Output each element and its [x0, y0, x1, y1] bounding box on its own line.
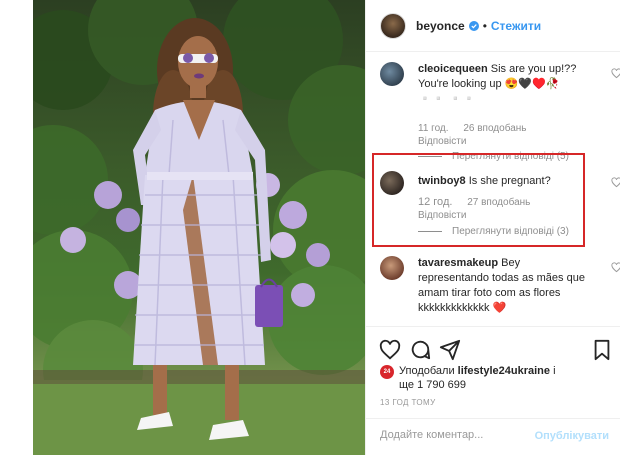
comment-likes[interactable]: 27 вподобань — [467, 197, 530, 208]
liker-avatar[interactable]: 24 — [380, 365, 394, 379]
comment-like-icon[interactable] — [611, 177, 620, 188]
liked-by-suffix: і — [553, 365, 556, 377]
commenter-avatar[interactable] — [380, 62, 404, 86]
commenter-username[interactable]: cleoicequeen — [418, 63, 488, 75]
liked-by-account[interactable]: lifestyle24ukraine — [458, 365, 550, 377]
header-separator: • — [482, 18, 487, 33]
comment-time[interactable]: 11 год. — [418, 123, 449, 134]
liked-by-text: Уподобали lifestyle24ukraine і — [399, 364, 610, 378]
comment-text: Is she pregnant? — [468, 175, 551, 187]
post-sidebar: beyonce • Стежити cleoicequeen Sis are y… — [365, 0, 620, 455]
reply-button[interactable]: Відповісти — [418, 209, 530, 222]
view-replies-label: Переглянути відповіді (3) — [452, 226, 569, 237]
action-bar — [366, 326, 620, 366]
bookmark-icon[interactable] — [591, 339, 613, 361]
comment-likes[interactable]: 26 вподобань — [463, 123, 526, 134]
add-comment-bar: Опублікувати — [366, 418, 620, 455]
view-replies-line — [418, 231, 442, 232]
author-avatar[interactable] — [380, 12, 406, 39]
author-username[interactable]: beyonce — [416, 19, 465, 33]
comment-input[interactable] — [380, 429, 530, 441]
comment-meta: 12 год. 27 вподобань Відповісти — [418, 196, 530, 222]
commenter-username[interactable]: tavaresmakeup — [418, 257, 498, 269]
verified-badge-icon — [468, 20, 479, 31]
comment-like-icon[interactable] — [611, 262, 620, 273]
comment-time[interactable]: 12 год. — [418, 196, 452, 208]
post-photo[interactable] — [33, 0, 365, 455]
view-replies-button[interactable]: Переглянути відповіді (5) — [418, 151, 569, 162]
follow-button[interactable]: Стежити — [491, 19, 541, 33]
comment-body: cleoicequeen Sis are you up!?? You're lo… — [418, 62, 588, 107]
commenter-username[interactable]: twinboy8 — [418, 175, 466, 187]
comment-meta: 11 год. 26 вподобань Відповісти — [418, 122, 527, 148]
post-timestamp[interactable]: 13 ГОД ТОМУ — [380, 398, 436, 407]
commenter-avatar[interactable] — [380, 256, 404, 280]
post-comment-button[interactable]: Опублікувати — [535, 430, 609, 442]
comments-list[interactable]: cleoicequeen Sis are you up!?? You're lo… — [366, 52, 620, 326]
share-icon[interactable] — [439, 339, 461, 361]
comment-icon[interactable] — [409, 339, 431, 361]
reply-button[interactable]: Відповісти — [418, 135, 527, 148]
comment-like-icon[interactable] — [611, 68, 620, 79]
liked-by: 24 Уподобали lifestyle24ukraine і ще 1 7… — [380, 364, 610, 392]
view-replies-label: Переглянути відповіді (5) — [452, 151, 569, 162]
post-header: beyonce • Стежити — [366, 0, 620, 52]
comment-body: tavaresmakeup Bey representando todas as… — [418, 256, 588, 316]
photo-illustration — [33, 0, 365, 455]
liked-by-count[interactable]: ще 1 790 699 — [399, 378, 610, 392]
comment-body: twinboy8 Is she pregnant? — [418, 174, 588, 189]
view-replies-button[interactable]: Переглянути відповіді (3) — [418, 226, 569, 237]
view-replies-line — [418, 156, 442, 157]
commenter-avatar[interactable] — [380, 171, 404, 195]
heart-icon[interactable] — [379, 339, 401, 361]
liked-by-prefix: Уподобали — [399, 365, 455, 377]
